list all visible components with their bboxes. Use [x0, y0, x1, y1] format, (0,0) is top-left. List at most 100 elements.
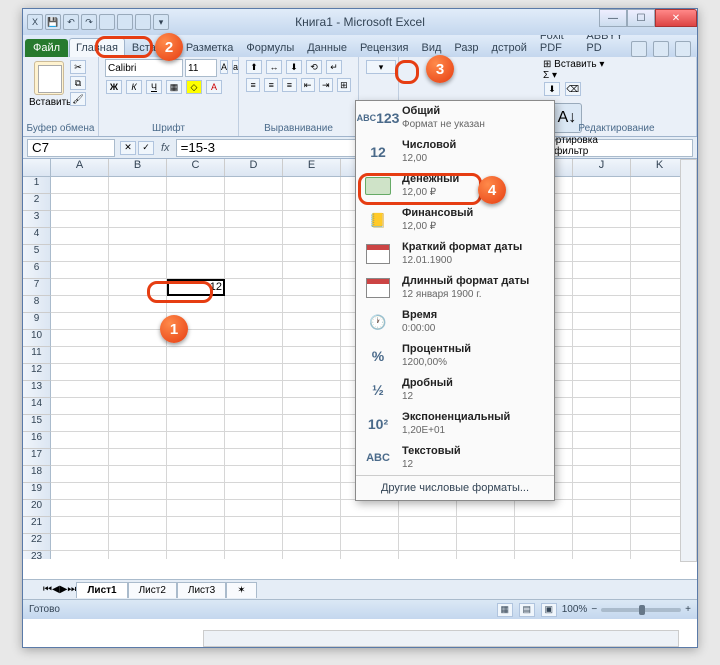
cell[interactable] [399, 551, 457, 559]
orientation-icon[interactable]: ⟲ [306, 60, 322, 74]
fill-color-icon[interactable]: ◇ [186, 80, 202, 94]
tab-developer[interactable]: Разр [448, 39, 484, 57]
row-header[interactable]: 19 [23, 483, 51, 500]
cell[interactable] [457, 534, 515, 551]
cell[interactable] [109, 313, 167, 330]
font-name-select[interactable] [105, 59, 183, 77]
cell[interactable] [225, 534, 283, 551]
cell[interactable] [399, 500, 457, 517]
qat-dropdown-icon[interactable]: ▾ [153, 14, 169, 30]
cell[interactable] [283, 364, 341, 381]
cell[interactable] [573, 228, 631, 245]
zoom-level[interactable]: 100% [562, 604, 588, 615]
row-header[interactable]: 8 [23, 296, 51, 313]
cell[interactable] [167, 347, 225, 364]
cell[interactable] [573, 449, 631, 466]
row-header[interactable]: 15 [23, 415, 51, 432]
cell[interactable] [167, 228, 225, 245]
cell[interactable] [225, 466, 283, 483]
cell[interactable] [109, 483, 167, 500]
row-header[interactable]: 18 [23, 466, 51, 483]
cell[interactable] [573, 330, 631, 347]
cell[interactable] [167, 262, 225, 279]
row-header[interactable]: 23 [23, 551, 51, 559]
cell[interactable] [283, 517, 341, 534]
cell[interactable] [283, 398, 341, 415]
cell[interactable] [51, 517, 109, 534]
cell[interactable] [51, 432, 109, 449]
help-icon[interactable] [631, 41, 647, 57]
cell[interactable] [283, 177, 341, 194]
align-bottom-icon[interactable]: ⬇ [286, 60, 302, 74]
font-color-icon[interactable]: A [206, 80, 222, 94]
row-header[interactable]: 3 [23, 211, 51, 228]
insert-cells-button[interactable]: ⊞ Вставить ▾ [543, 59, 604, 70]
cell[interactable] [51, 211, 109, 228]
cell[interactable] [109, 500, 167, 517]
fx-icon[interactable]: fx [155, 142, 176, 154]
cell[interactable] [457, 517, 515, 534]
cell[interactable] [109, 432, 167, 449]
cell[interactable] [167, 381, 225, 398]
cell[interactable] [341, 551, 399, 559]
cell[interactable] [51, 245, 109, 262]
cell[interactable] [51, 483, 109, 500]
cell[interactable] [283, 432, 341, 449]
nf-longdate[interactable]: Длинный формат даты12 января 1900 г. [356, 271, 554, 305]
zoom-in-button[interactable]: + [685, 604, 691, 615]
cell[interactable] [167, 449, 225, 466]
cell[interactable] [109, 449, 167, 466]
row-header[interactable]: 11 [23, 347, 51, 364]
cell[interactable] [225, 517, 283, 534]
zoom-slider[interactable] [601, 608, 681, 612]
cell[interactable] [283, 483, 341, 500]
redo-icon[interactable]: ↷ [81, 14, 97, 30]
cell[interactable] [283, 296, 341, 313]
nf-fraction[interactable]: ½ Дробный12 [356, 373, 554, 407]
cell[interactable] [283, 500, 341, 517]
tab-layout[interactable]: Разметка [180, 39, 240, 57]
cell[interactable] [225, 262, 283, 279]
nf-general[interactable]: ABC123 ОбщийФормат не указан [356, 101, 554, 135]
cell[interactable] [225, 279, 283, 296]
col-header[interactable]: B [109, 159, 167, 176]
row-header[interactable]: 22 [23, 534, 51, 551]
sheet-tab[interactable]: Лист2 [128, 582, 177, 598]
cell[interactable] [573, 296, 631, 313]
cell[interactable] [283, 534, 341, 551]
row-header[interactable]: 13 [23, 381, 51, 398]
select-all-corner[interactable] [23, 159, 51, 176]
row-header[interactable]: 4 [23, 228, 51, 245]
cell[interactable] [51, 279, 109, 296]
row-header[interactable]: 1 [23, 177, 51, 194]
cell[interactable] [573, 245, 631, 262]
cell[interactable] [573, 313, 631, 330]
tab-nav-first-icon[interactable]: ⏮ [43, 584, 52, 595]
cell[interactable] [573, 177, 631, 194]
nf-accounting[interactable]: 📒 Финансовый12,00 ₽ [356, 203, 554, 237]
cell[interactable] [399, 534, 457, 551]
cell[interactable] [109, 177, 167, 194]
cell[interactable] [573, 194, 631, 211]
autosum-icon[interactable]: Σ ▾ [543, 70, 604, 81]
paste-button[interactable]: Вставить [29, 59, 69, 117]
cell[interactable] [225, 313, 283, 330]
cell[interactable] [225, 551, 283, 559]
row-header[interactable]: 12 [23, 364, 51, 381]
align-middle-icon[interactable]: ↔ [266, 60, 282, 74]
qat-btn[interactable] [99, 14, 115, 30]
clear-icon[interactable]: ⌫ [565, 82, 581, 96]
minimize-button[interactable]: — [599, 9, 627, 27]
format-painter-icon[interactable]: 🖌 [70, 92, 86, 106]
cell[interactable] [225, 483, 283, 500]
cell[interactable] [51, 398, 109, 415]
cell[interactable] [51, 228, 109, 245]
cell[interactable] [51, 296, 109, 313]
cell[interactable] [573, 364, 631, 381]
cell[interactable] [109, 398, 167, 415]
number-format-dropdown[interactable]: ▾ [366, 60, 396, 74]
undo-icon[interactable]: ↶ [63, 14, 79, 30]
qat-btn[interactable] [117, 14, 133, 30]
zoom-out-button[interactable]: − [591, 604, 597, 615]
cell[interactable] [225, 449, 283, 466]
